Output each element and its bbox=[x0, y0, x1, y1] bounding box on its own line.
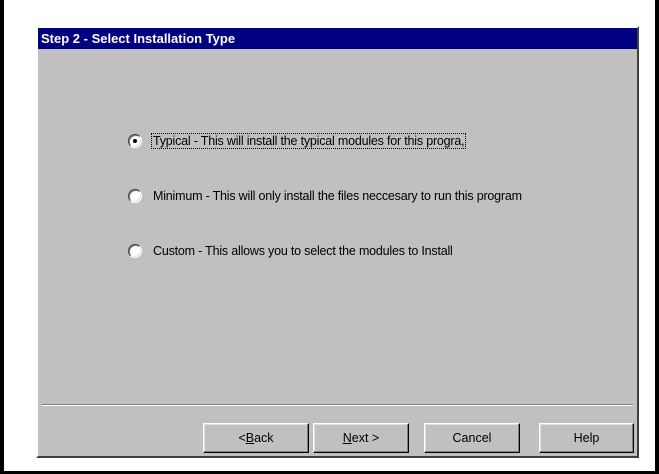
back-button-mnemonic: B bbox=[245, 431, 255, 445]
help-button-label: Help bbox=[573, 431, 600, 445]
cancel-button[interactable]: Cancel bbox=[424, 423, 520, 453]
back-button-label: ack bbox=[254, 431, 274, 445]
installation-type-dialog: Step 2 - Select Installation Type Typica… bbox=[36, 26, 639, 458]
option-minimum[interactable]: Minimum - This will only install the fil… bbox=[128, 187, 524, 205]
option-typical[interactable]: Typical - This will install the typical … bbox=[128, 132, 467, 150]
cancel-button-label: Cancel bbox=[452, 431, 492, 445]
next-button-mnemonic: N bbox=[342, 431, 352, 445]
button-separator bbox=[42, 404, 633, 406]
back-button[interactable]: < Back bbox=[203, 423, 309, 453]
dialog-title: Step 2 - Select Installation Type bbox=[38, 28, 637, 49]
minimum-radio-button[interactable] bbox=[128, 189, 142, 203]
radio-selected-dot-icon bbox=[133, 139, 137, 143]
custom-radio-button[interactable] bbox=[128, 244, 142, 258]
back-button-arrow: < bbox=[238, 431, 246, 445]
typical-radio-button[interactable] bbox=[128, 134, 142, 148]
next-button[interactable]: Next > bbox=[313, 423, 409, 453]
minimum-option-label[interactable]: Minimum - This will only install the fil… bbox=[151, 188, 524, 204]
option-custom[interactable]: Custom - This allows you to select the m… bbox=[128, 242, 455, 260]
window-frame: Step 2 - Select Installation Type Typica… bbox=[0, 0, 659, 474]
next-button-label: ext > bbox=[351, 431, 380, 445]
typical-option-label[interactable]: Typical - This will install the typical … bbox=[151, 133, 467, 149]
help-button[interactable]: Help bbox=[539, 423, 634, 453]
custom-option-label[interactable]: Custom - This allows you to select the m… bbox=[151, 243, 455, 259]
